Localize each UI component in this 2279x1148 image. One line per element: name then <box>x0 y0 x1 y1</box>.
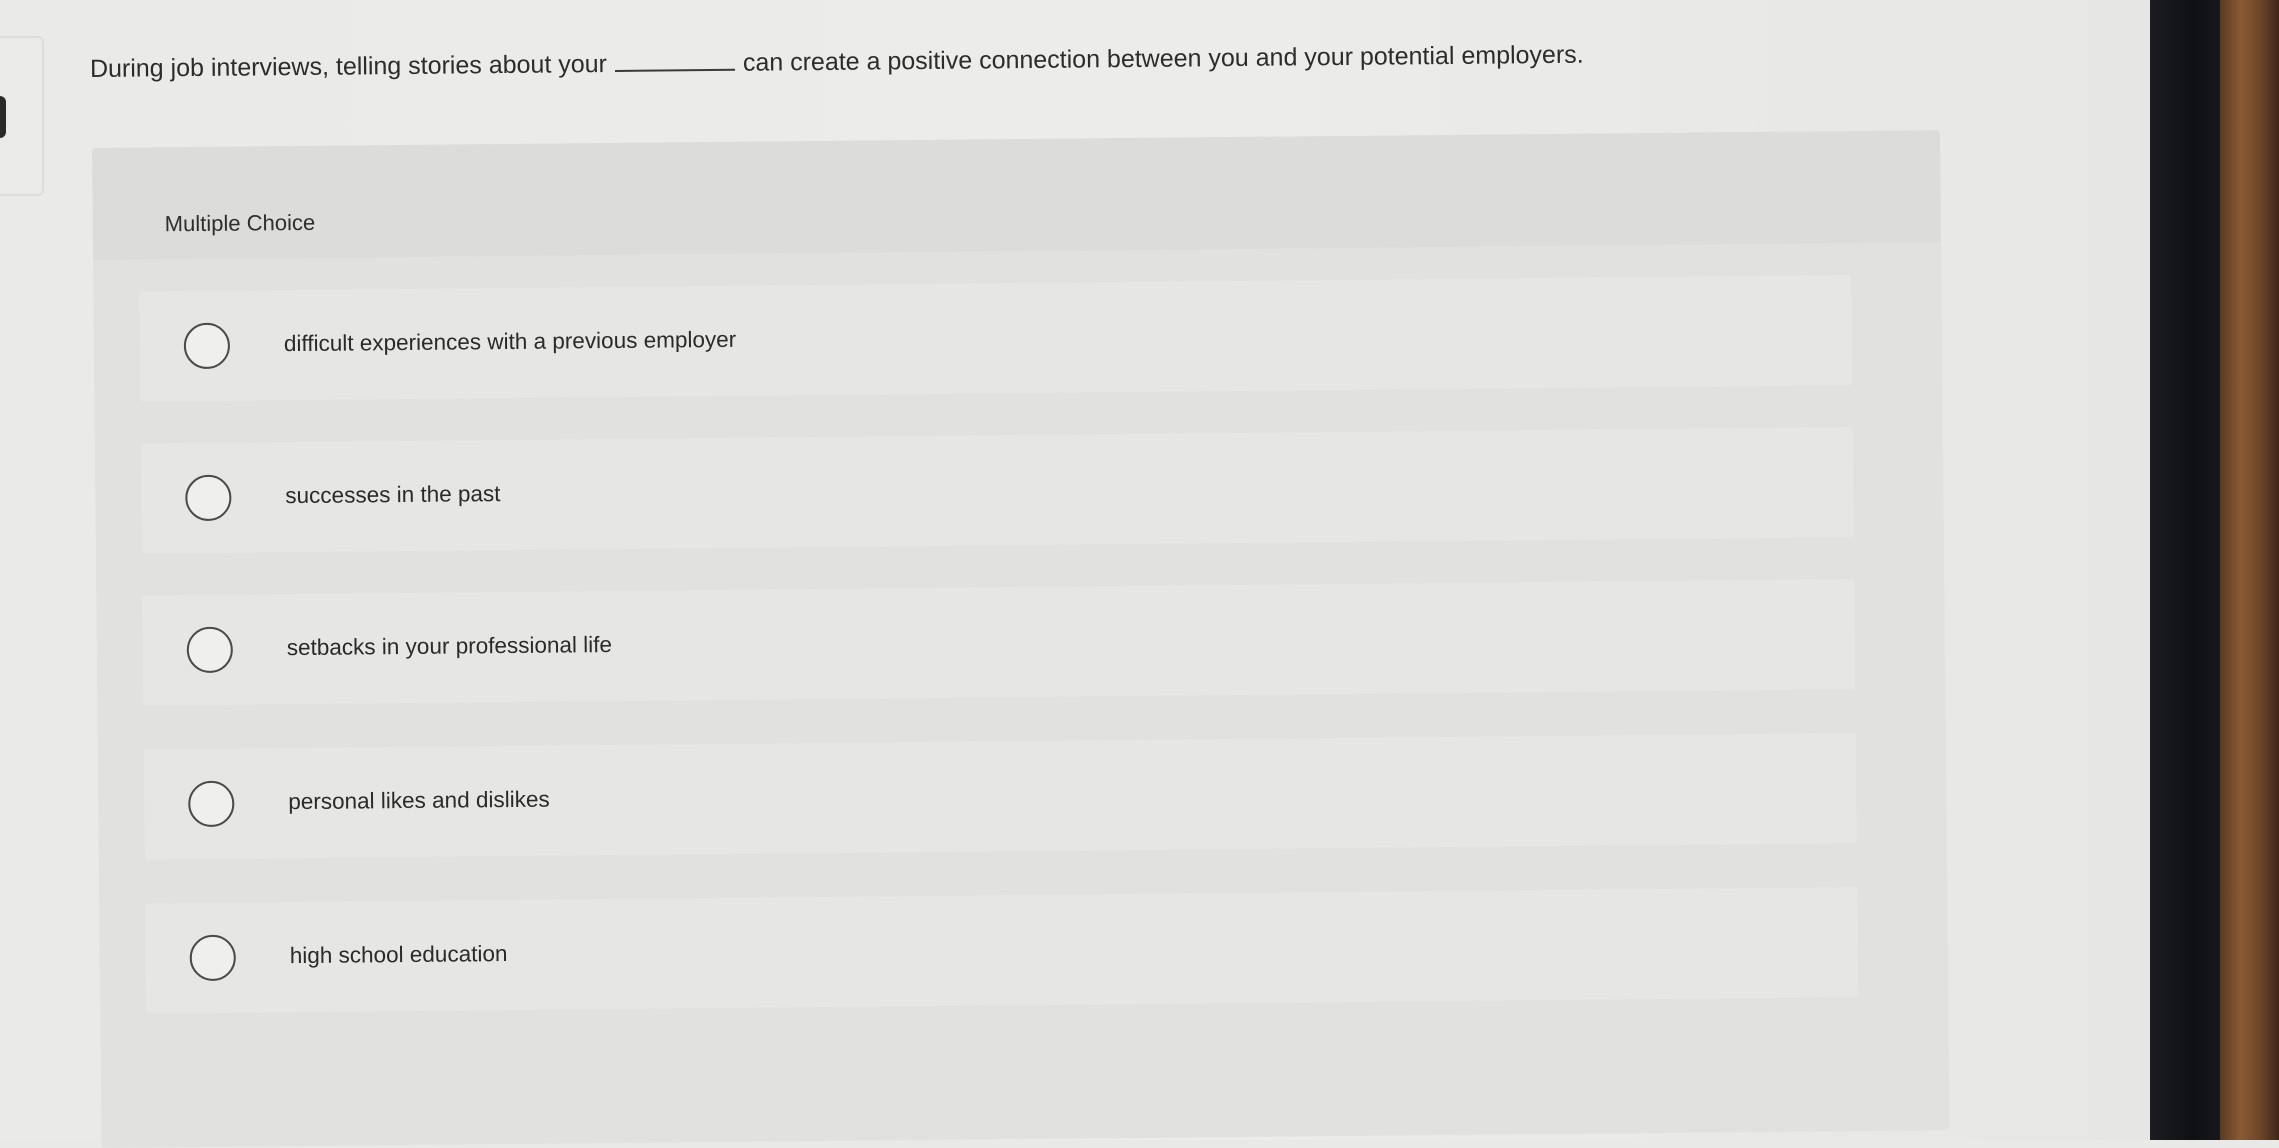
radio-button[interactable] <box>183 322 231 370</box>
answer-card: Multiple Choice difficult experiences wi… <box>92 130 1950 1148</box>
choice-label: difficult experiences with a previous em… <box>283 326 737 357</box>
choice-label: successes in the past <box>285 481 501 509</box>
choice-label: high school education <box>289 941 508 969</box>
choice-option[interactable]: successes in the past <box>140 427 1854 554</box>
choice-option[interactable]: high school education <box>145 887 1859 1014</box>
radio-button[interactable] <box>186 626 234 674</box>
monitor-bezel <box>2150 0 2220 1140</box>
side-panel-marker <box>0 96 6 138</box>
choice-label: setbacks in your professional life <box>286 632 613 661</box>
choice-option[interactable]: setbacks in your professional life <box>142 579 1856 706</box>
side-panel-tab[interactable] <box>0 36 44 196</box>
card-header: Multiple Choice <box>92 130 1941 260</box>
choice-option[interactable]: personal likes and dislikes <box>143 733 1857 860</box>
question-type-label: Multiple Choice <box>164 209 316 237</box>
question-prompt: During job interviews, telling stories a… <box>90 35 1810 87</box>
quiz-page: During job interviews, telling stories a… <box>0 0 2200 1148</box>
fill-in-blank <box>614 50 735 72</box>
question-text-after: can create a positive connection between… <box>742 40 1584 77</box>
background-surface <box>2220 0 2279 1140</box>
radio-button[interactable] <box>189 934 236 982</box>
radio-button[interactable] <box>185 474 232 522</box>
radio-button[interactable] <box>188 780 235 828</box>
choice-option[interactable]: difficult experiences with a previous em… <box>139 275 1853 402</box>
choice-label: personal likes and dislikes <box>288 786 550 815</box>
question-text-before: During job interviews, telling stories a… <box>89 50 608 83</box>
